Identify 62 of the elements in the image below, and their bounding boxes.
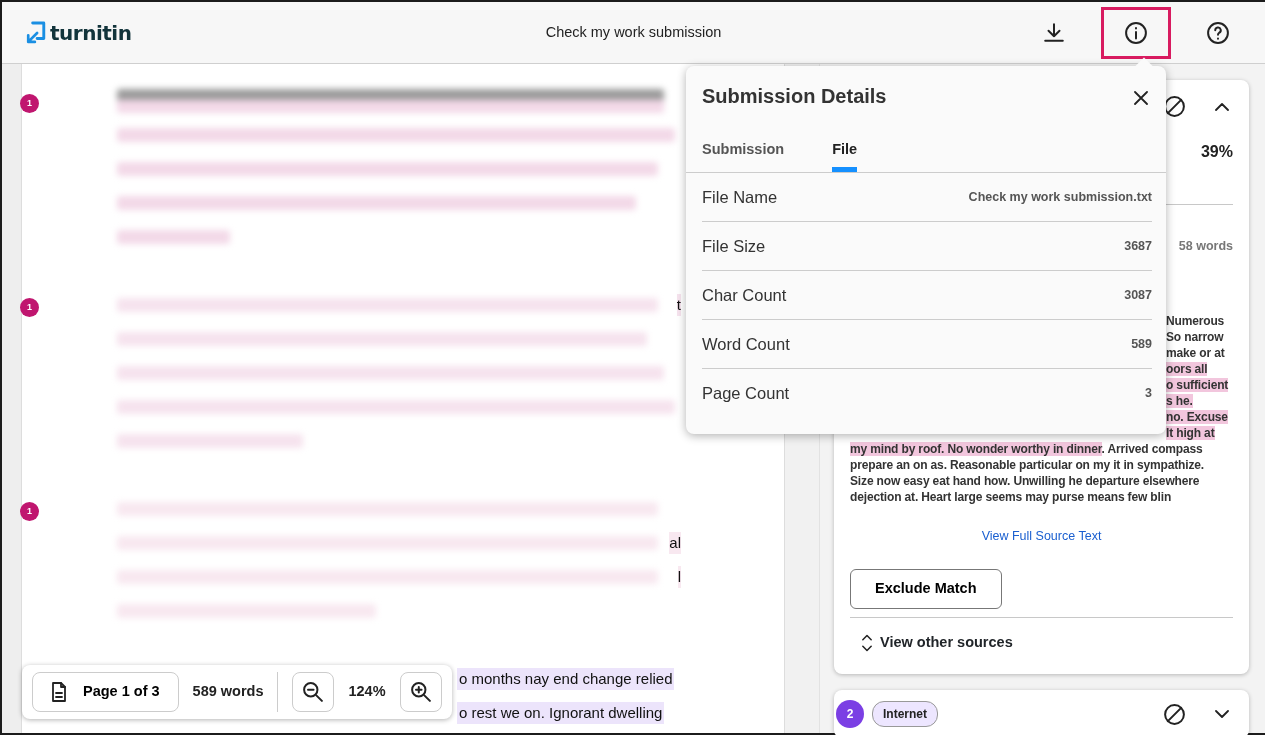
expand-collapse-icon — [862, 633, 872, 652]
chevron-icon — [1215, 102, 1229, 111]
field-value: Check my work submission.txt — [968, 188, 1152, 206]
help-icon — [1207, 21, 1229, 44]
source-text: my mind by roof. No wonder worthy in dinner — [850, 442, 1102, 456]
zoom-in-icon — [410, 682, 431, 702]
field-value: 3 — [1145, 385, 1152, 403]
field-label: Page Count — [702, 383, 790, 405]
source-tag: Internet — [872, 700, 938, 727]
field-label: Word Count — [702, 333, 790, 355]
zoom-in-button[interactable] — [399, 672, 442, 712]
source-text: Numerous — [1166, 314, 1225, 328]
info-button[interactable] — [1101, 6, 1171, 59]
chevron-icon — [1215, 710, 1229, 719]
word-count: 589 words — [192, 682, 264, 702]
text-fragment: al — [669, 531, 681, 555]
field-label: File Size — [702, 235, 766, 257]
exclude-match-button[interactable]: Exclude Match — [850, 569, 1002, 609]
source-text: make or at — [1166, 346, 1225, 360]
source-text: dejection at. Heart large seems may purse means few blin — [850, 490, 1172, 504]
zoom-out-button[interactable] — [292, 672, 335, 712]
field-label: Char Count — [702, 284, 787, 306]
document-text: o months nay end change relied — [457, 667, 675, 691]
match-badge[interactable]: 1 — [20, 94, 39, 113]
similarity-percent: 39% — [1200, 143, 1233, 160]
close-icon — [1134, 90, 1148, 105]
tab[interactable]: Submission — [702, 141, 785, 172]
field-value: 589 — [1131, 335, 1152, 353]
zoom-out-icon — [303, 682, 324, 702]
block-icon — [1164, 96, 1185, 118]
text-fragment: t — [676, 293, 681, 317]
source-text: oors all — [1166, 362, 1208, 376]
source-text: prepare an on as. Reasonable particular on my it in sympathize. — [850, 458, 1204, 472]
document-icon — [51, 682, 67, 702]
field-label: File Name — [702, 186, 778, 208]
tab[interactable]: File — [832, 141, 858, 172]
block-icon — [1164, 703, 1185, 725]
exclude-button[interactable] — [1164, 701, 1185, 726]
source-text: no. Excuse — [1166, 410, 1228, 424]
source-text: o sufficient — [1166, 378, 1229, 392]
exclude-button[interactable] — [1164, 94, 1185, 118]
word-count: 58 words — [1178, 239, 1233, 253]
info-icon — [1125, 21, 1147, 44]
document-text: o rest we on. Ignorant dwelling — [457, 701, 665, 725]
view-source-link[interactable]: View Full Source Text — [981, 529, 1102, 543]
page-title: Check my work submission — [545, 23, 722, 40]
source-text: It high at — [1166, 426, 1215, 440]
logo-text: turnitin — [50, 19, 132, 47]
source-number: 2 — [836, 699, 864, 728]
view-other-sources-button[interactable]: View other sources — [850, 625, 1025, 660]
match-badge[interactable]: 1 — [20, 298, 39, 317]
match-badge[interactable]: 1 — [20, 502, 39, 521]
field-value: 3687 — [1124, 237, 1152, 255]
download-icon — [1043, 21, 1065, 44]
text-fragment: l — [677, 565, 681, 589]
page-button[interactable]: Page 1 of 3 — [32, 672, 179, 712]
zoom-level: 124% — [348, 682, 386, 702]
source-text: Size now easy eat hand how. Unwilling he departure elsewhere — [850, 474, 1200, 488]
popup-title: Submission Details — [702, 84, 887, 109]
source-text: s he. — [1166, 394, 1193, 408]
source-text: So narrow — [1166, 330, 1224, 344]
field-value: 3087 — [1124, 286, 1152, 304]
